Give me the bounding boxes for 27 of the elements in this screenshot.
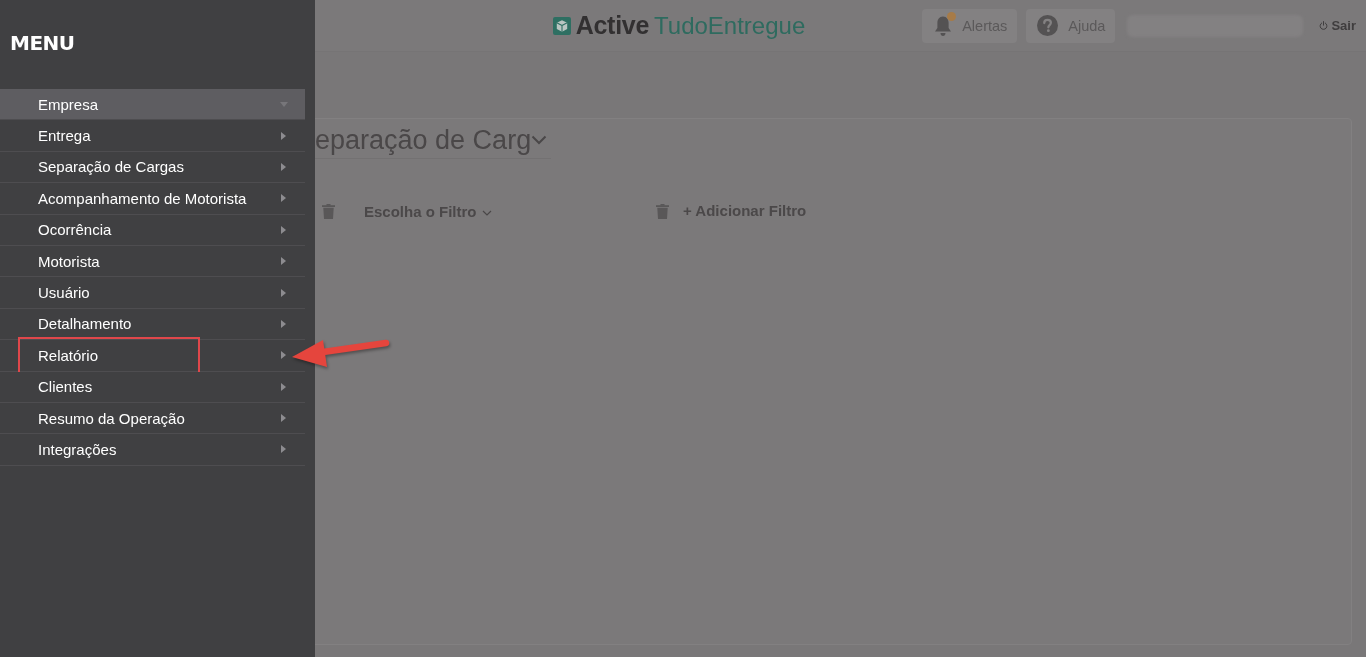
logo-brand-text: Active (575, 11, 649, 40)
caret-right-icon (281, 162, 286, 171)
chevron-down-icon (481, 209, 492, 216)
caret-right-icon (281, 288, 286, 297)
chevron-down-icon (531, 135, 548, 145)
menu-item[interactable]: Clientes (0, 371, 305, 403)
help-icon (1037, 15, 1059, 36)
trash-icon (322, 204, 335, 219)
delete-filter-button[interactable] (322, 204, 335, 219)
bell-icon (934, 14, 953, 37)
caret-right-icon (281, 131, 286, 140)
trash-icon (656, 204, 669, 219)
cube-logo-icon (552, 16, 571, 35)
caret-down-icon (280, 101, 288, 107)
menu-title: MENU (10, 30, 75, 56)
caret-right-icon (281, 351, 286, 360)
menu-item[interactable]: Empresa (0, 89, 305, 121)
delete-filter-button[interactable] (656, 204, 669, 219)
caret-right-icon (281, 445, 286, 454)
caret-right-icon (281, 194, 286, 203)
logo-product-text: TudoEntregue (654, 11, 806, 40)
caret-right-icon (281, 382, 286, 391)
caret-right-icon (281, 257, 286, 266)
caret-right-icon (281, 414, 286, 423)
caret-right-icon (281, 225, 286, 234)
power-icon (1319, 21, 1329, 30)
caret-right-icon (281, 319, 286, 328)
